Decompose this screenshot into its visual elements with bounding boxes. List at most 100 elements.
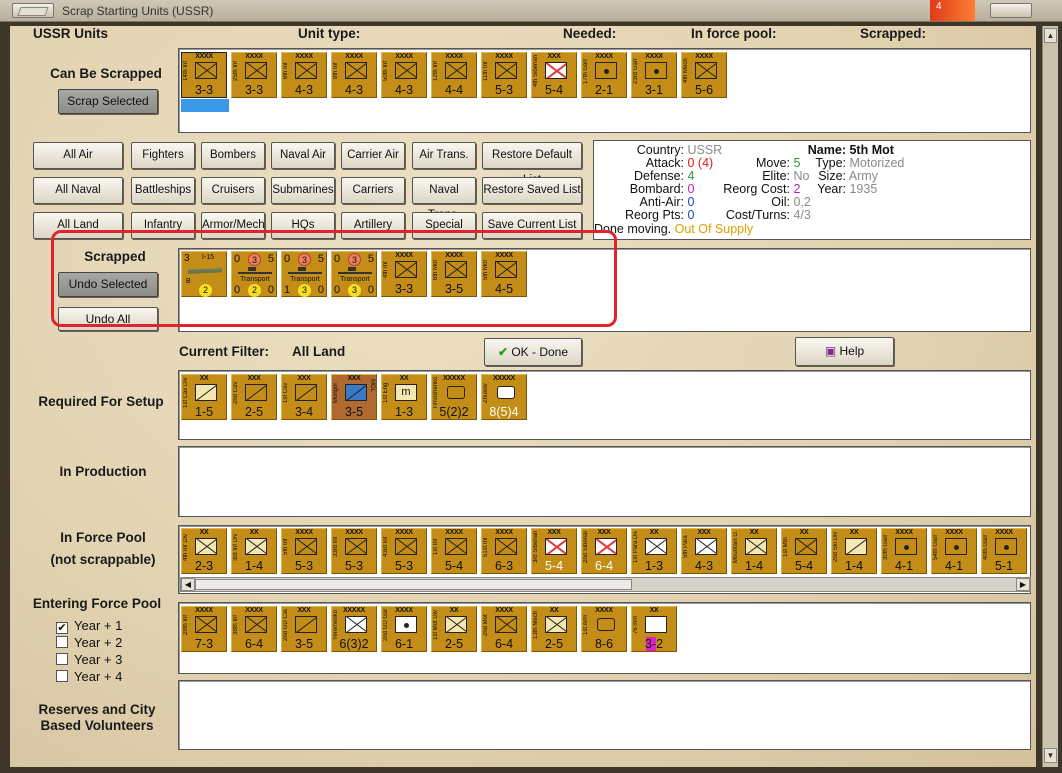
- info-antiair-value: 0: [687, 195, 695, 209]
- filter-button-bombers[interactable]: Bombers: [201, 142, 265, 169]
- vertical-scrollbar[interactable]: ▲ ▼: [1042, 26, 1058, 767]
- unit-counter[interactable]: XXXX 30th Garr 4-1: [881, 528, 927, 574]
- siberian-icon: [545, 538, 567, 555]
- filter-button-restore-default-list[interactable]: Restore Default List: [482, 142, 582, 186]
- unit-counter[interactable]: XXXX 23rd Garr 3-1: [631, 52, 677, 98]
- unit-counter[interactable]: XX 2nd Ski Div 1-4: [831, 528, 877, 574]
- scroll-thumb[interactable]: [195, 579, 632, 590]
- filter-button-battleships[interactable]: Battleships: [131, 177, 195, 204]
- unit-counter[interactable]: XXX 2nd GD Cav 3-5: [281, 606, 327, 652]
- unit-counter[interactable]: XXX 3rd Siberian 5-4: [531, 528, 577, 574]
- unit-counter[interactable]: XXXX 8th Inf 4-3: [331, 52, 377, 98]
- unit-counter[interactable]: XX 1st Mot Div 2-5: [431, 606, 477, 652]
- unit-counter[interactable]: XXXX 17th Garr 2-1: [581, 52, 627, 98]
- filter-button-carrier-air[interactable]: Carrier Air: [341, 142, 405, 169]
- unit-counter[interactable]: XX 76 mm 3-2: [631, 606, 677, 652]
- unit-counter[interactable]: XXXX 51st Inf 6-3: [481, 528, 527, 574]
- unit-counter[interactable]: XX 3rd Inf Div 1-4: [231, 528, 277, 574]
- year-checkbox-2[interactable]: Year + 2: [56, 635, 122, 650]
- system-menu-button[interactable]: [12, 3, 54, 18]
- unit-counter[interactable]: XXXX 2nd Mot 6-4: [481, 606, 527, 652]
- unit-counter[interactable]: XX 13th Mech 2-5: [531, 606, 577, 652]
- unit-counter[interactable]: XXX 5th Para 4-3: [681, 528, 727, 574]
- reserves-list[interactable]: [178, 680, 1031, 750]
- info-antiair-key: Anti-Air:: [639, 195, 684, 209]
- unit-counter[interactable]: XX 1st Cav Div 1-5: [181, 374, 227, 420]
- unit-counter[interactable]: XXXX 43rd Inf 5-3: [381, 528, 427, 574]
- filter-button-all-air[interactable]: All Air: [33, 142, 123, 169]
- checkbox[interactable]: [56, 636, 68, 648]
- unit-counter[interactable]: XXXX 14th Inf 3-3: [181, 52, 227, 98]
- unit-counter[interactable]: XX 1st Eng m 1-3: [381, 374, 427, 420]
- unit-strength: 6-1: [394, 637, 414, 651]
- unit-counter[interactable]: XXX 1st Cav 3-4: [281, 374, 327, 420]
- unit-counter[interactable]: XX Mountain D. 1-4: [731, 528, 777, 574]
- unit-counter[interactable]: XXXX 5th Inf 5-3: [281, 528, 327, 574]
- scroll-left-icon[interactable]: ◀: [181, 578, 195, 591]
- year-checkbox-1[interactable]: ✔ Year + 1: [56, 618, 122, 634]
- checkbox[interactable]: [56, 653, 68, 665]
- scroll-right-icon[interactable]: ▶: [1016, 578, 1030, 591]
- year-label: Year + 1: [74, 618, 123, 633]
- cavalry-icon: [245, 384, 267, 401]
- unit-strength: 5-3: [394, 559, 414, 573]
- unit-counter[interactable]: XXX 2nd Siberian 6-4: [581, 528, 627, 574]
- checkbox[interactable]: ✔: [56, 622, 68, 634]
- filter-button-naval-trans[interactable]: Naval Trans.: [412, 177, 476, 221]
- required-label: Required For Setup: [38, 394, 164, 409]
- infantry-icon: [345, 62, 367, 79]
- unit-strength: 5(2)2: [439, 405, 469, 419]
- unit-counter[interactable]: XXXX 50th Inf 4-3: [381, 52, 427, 98]
- filter-button-air-trans[interactable]: Air Trans.: [412, 142, 476, 169]
- infantry-icon: [645, 616, 667, 633]
- filter-button-submarines[interactable]: Submarines: [271, 177, 335, 204]
- unit-counter[interactable]: XXXX 38th Inf 6-4: [231, 606, 277, 652]
- info-country-key: Country:: [636, 143, 684, 157]
- help-button[interactable]: ▣ Help: [795, 337, 894, 366]
- info-elite-key: Elite:: [762, 169, 790, 183]
- in-production-list[interactable]: [178, 446, 1031, 517]
- scroll-up-icon[interactable]: ▲: [1044, 28, 1057, 43]
- filter-button-all-naval[interactable]: All Naval: [33, 177, 123, 204]
- unit-counter[interactable]: XXXX 12th Inf 4-4: [431, 52, 477, 98]
- unit-counter[interactable]: XXXX 1st Arm 8-6: [581, 606, 627, 652]
- unit-counter[interactable]: XXX 2nd Cav 2-5: [231, 374, 277, 420]
- unit-counter[interactable]: XXXX 33rd Inf 5-3: [331, 528, 377, 574]
- checkbox[interactable]: [56, 670, 68, 682]
- unit-counter[interactable]: XX 1st Mtn 5-4: [781, 528, 827, 574]
- unit-strength: 6-4: [244, 637, 264, 651]
- unit-counter[interactable]: XXXX 11th Inf 5-3: [481, 52, 527, 98]
- unit-counter[interactable]: XXXX 1st Inf 5-4: [431, 528, 477, 574]
- filter-button-carriers[interactable]: Carriers: [341, 177, 405, 204]
- unit-counter[interactable]: XXXXX Zhukov 8(5)4: [481, 374, 527, 420]
- filter-button-restore-saved-list[interactable]: Restore Saved List: [482, 177, 582, 204]
- unit-counter[interactable]: XXXXX Timoshenko 5(2)2: [431, 374, 477, 420]
- unit-counter[interactable]: XXXXX Yeremenko 6(3)2: [331, 606, 377, 652]
- unit-counter[interactable]: XX 1st Para Div 1-3: [631, 528, 677, 574]
- unit-counter[interactable]: XXXX 4th Mech 5-6: [681, 52, 727, 98]
- filter-button-cruisers[interactable]: Cruisers: [201, 177, 265, 204]
- unit-counter[interactable]: XXXX 40th Garr 5-1: [981, 528, 1027, 574]
- year-checkbox-4[interactable]: Year + 4: [56, 669, 122, 684]
- filter-button-fighters[interactable]: Fighters: [131, 142, 195, 169]
- garrison-icon: [995, 538, 1017, 555]
- unit-counter[interactable]: XXXX 2nd GD Garr 6-1: [381, 606, 427, 652]
- current-filter-value: All Land: [292, 344, 346, 359]
- close-button[interactable]: [990, 3, 1032, 18]
- scrap-selected-button[interactable]: Scrap Selected: [58, 89, 158, 114]
- unit-counter[interactable]: XXX Mongol MGL 3-5: [331, 374, 377, 420]
- ok-done-button[interactable]: ✔ OK - Done: [484, 338, 582, 366]
- year-checkbox-3[interactable]: Year + 3: [56, 652, 122, 667]
- unit-counter[interactable]: XXXX 6th Inf 4-3: [281, 52, 327, 98]
- unit-counter[interactable]: XXXX 25th Inf 3-3: [231, 52, 277, 98]
- infantry-icon: [445, 616, 467, 633]
- infantry-icon: [395, 62, 417, 79]
- unit-counter[interactable]: XXXX 29th Inf 7-3: [181, 606, 227, 652]
- filter-button-naval-air[interactable]: Naval Air: [271, 142, 335, 169]
- force-pool-scrollbar[interactable]: ◀ ▶: [180, 577, 1031, 592]
- unit-counter[interactable]: XXXX 54th Garr 4-1: [931, 528, 977, 574]
- unit-strength: 4-3: [694, 559, 714, 573]
- unit-counter[interactable]: XX 4th Inf Div 2-3: [181, 528, 227, 574]
- unit-counter[interactable]: XXX 4th Siberian 5-4: [531, 52, 577, 98]
- scroll-down-icon[interactable]: ▼: [1044, 748, 1057, 763]
